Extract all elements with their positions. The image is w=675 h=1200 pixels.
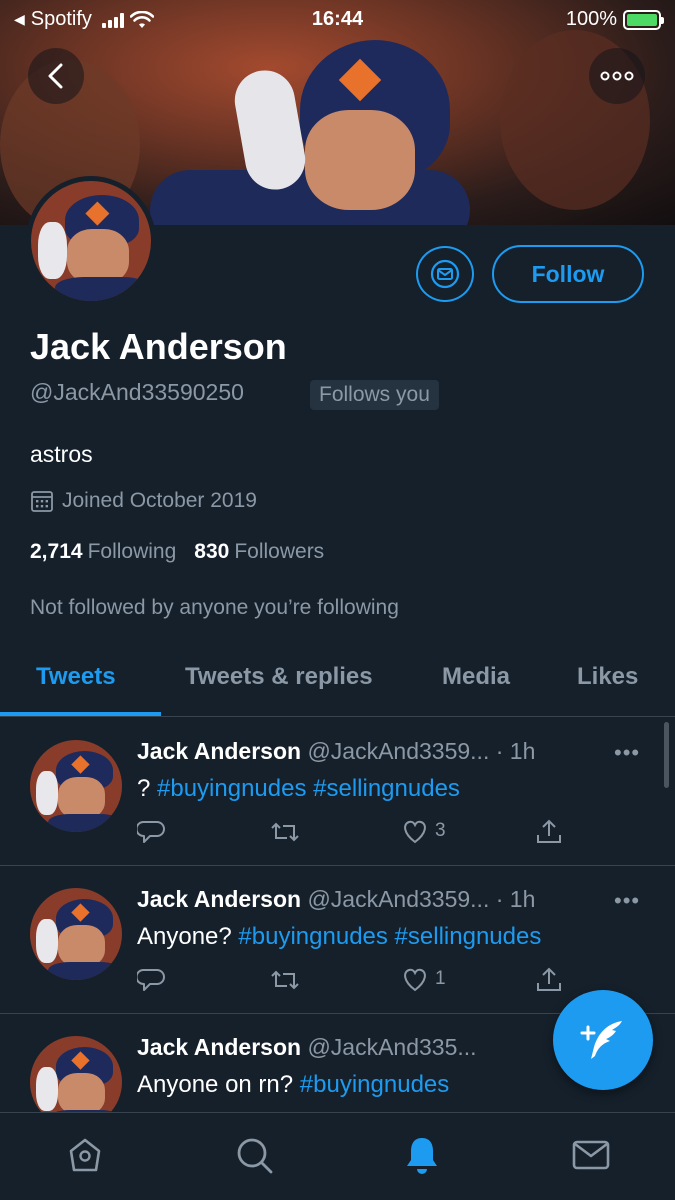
bottom-navigation xyxy=(0,1112,675,1200)
reply-icon xyxy=(137,821,165,843)
retweet-icon xyxy=(271,822,299,842)
active-tab-indicator xyxy=(0,712,161,716)
nav-messages[interactable] xyxy=(569,1133,613,1177)
tweet-hashtags[interactable]: #buyingnudes #sellingnudes xyxy=(238,923,541,950)
following-count: 2,714 xyxy=(30,540,83,563)
tweet-author-name: Jack Anderson xyxy=(137,738,302,764)
battery-icon xyxy=(623,9,664,30)
tweet-text: Anyone on rn? #buyingnudes xyxy=(137,1069,607,1100)
tweet-more-icon[interactable]: ••• xyxy=(614,888,640,914)
profile-bio: astros xyxy=(30,441,93,467)
tweet-actions: 1 xyxy=(137,966,567,998)
like-count: 3 xyxy=(435,820,446,841)
tab-tweets[interactable]: Tweets xyxy=(36,663,116,691)
tweet-avatar[interactable] xyxy=(30,740,122,832)
tab-tweets-replies[interactable]: Tweets & replies xyxy=(185,663,373,691)
tweet-header: Jack Anderson @JackAnd335... xyxy=(137,1034,607,1061)
joined-text: Joined October 2019 xyxy=(62,489,257,512)
tweet-author-handle: @JackAnd335... xyxy=(307,1034,477,1060)
followers-count: 830 xyxy=(194,540,230,563)
calendar-icon xyxy=(31,491,53,512)
retweet-icon xyxy=(271,970,299,990)
tab-media[interactable]: Media xyxy=(442,663,510,691)
tweet-time: · 1h xyxy=(495,738,536,764)
retweet-button[interactable] xyxy=(270,966,300,994)
reply-button[interactable] xyxy=(137,818,165,846)
compose-tweet-icon xyxy=(580,1021,622,1059)
tweet-avatar[interactable] xyxy=(30,888,122,980)
tweet-header: Jack Anderson @JackAnd3359... · 1h xyxy=(137,886,607,913)
tweet-item[interactable]: Jack Anderson @JackAnd3359... · 1h ••• ?… xyxy=(0,718,675,866)
nav-search[interactable] xyxy=(232,1133,276,1177)
tweet-author-name: Jack Anderson xyxy=(137,886,302,912)
more-options-button[interactable] xyxy=(589,48,645,104)
share-icon xyxy=(537,967,561,991)
like-button[interactable]: 1 xyxy=(401,966,446,992)
tweet-item[interactable]: Jack Anderson @JackAnd3359... · 1h ••• A… xyxy=(0,866,675,1014)
profile-name: Jack Anderson xyxy=(30,326,287,367)
heart-icon xyxy=(404,820,426,844)
tweet-text: ? #buyingnudes #sellingnudes xyxy=(137,773,607,804)
tweet-text-prefix: Anyone? xyxy=(137,923,239,950)
tweet-time: · 1h xyxy=(495,886,536,912)
follows-you-badge: Follows you xyxy=(310,380,439,410)
nav-home[interactable] xyxy=(63,1133,107,1177)
status-bar: ◀ Spotify 16:44 100% xyxy=(0,0,675,40)
tweet-author-name: Jack Anderson xyxy=(137,1034,302,1060)
tweet-text-prefix: Anyone on rn? xyxy=(137,1071,300,1098)
like-count: 1 xyxy=(435,968,446,989)
joined-date: Joined October 2019 xyxy=(30,489,257,513)
compose-tweet-button[interactable] xyxy=(553,990,653,1090)
following-link[interactable]: 2,714 Following xyxy=(30,540,176,564)
more-icon xyxy=(600,71,634,81)
following-label: Following xyxy=(87,540,177,563)
followers-link[interactable]: 830 Followers xyxy=(194,540,324,564)
envelope-icon xyxy=(430,259,460,289)
back-button[interactable] xyxy=(28,48,84,104)
battery-percent: 100% xyxy=(565,8,617,30)
followers-label: Followers xyxy=(234,540,325,563)
tweet-text-prefix: ? xyxy=(137,775,158,802)
tab-likes[interactable]: Likes xyxy=(577,663,638,691)
message-button[interactable] xyxy=(416,246,474,302)
tweet-author-handle: @JackAnd3359... xyxy=(307,738,490,764)
follow-counts: 2,714 Following 830 Followers xyxy=(30,540,324,564)
tweet-actions: 3 xyxy=(137,818,567,850)
back-arrow-icon xyxy=(48,63,63,89)
tweet-hashtags[interactable]: #buyingnudes xyxy=(300,1071,449,1098)
retweet-button[interactable] xyxy=(270,818,300,846)
not-followed-note: Not followed by anyone you’re following xyxy=(30,596,399,619)
scrollbar-thumb[interactable] xyxy=(664,722,669,788)
tweet-author-handle: @JackAnd3359... xyxy=(307,886,490,912)
heart-icon xyxy=(404,968,426,992)
follow-button[interactable]: Follow xyxy=(492,245,644,303)
profile-avatar[interactable] xyxy=(26,176,156,306)
like-button[interactable]: 3 xyxy=(401,818,446,844)
profile-handle: @JackAnd33590250 xyxy=(30,379,244,405)
profile-tabs: Tweets Tweets & replies Media Likes xyxy=(0,645,675,717)
reply-icon xyxy=(137,969,165,991)
tweet-more-icon[interactable]: ••• xyxy=(614,740,640,766)
tweet-text: Anyone? #buyingnudes #sellingnudes xyxy=(137,921,607,952)
reply-button[interactable] xyxy=(137,966,165,994)
nav-notifications[interactable] xyxy=(400,1133,444,1177)
search-icon xyxy=(237,1138,273,1174)
envelope-icon xyxy=(572,1140,610,1170)
tweet-header: Jack Anderson @JackAnd3359... · 1h xyxy=(137,738,607,765)
share-icon xyxy=(537,819,561,843)
home-icon xyxy=(69,1138,101,1172)
tweet-hashtags[interactable]: #buyingnudes #sellingnudes xyxy=(157,775,460,802)
share-button[interactable] xyxy=(535,818,563,846)
share-button[interactable] xyxy=(535,966,563,994)
bell-icon xyxy=(407,1138,437,1174)
